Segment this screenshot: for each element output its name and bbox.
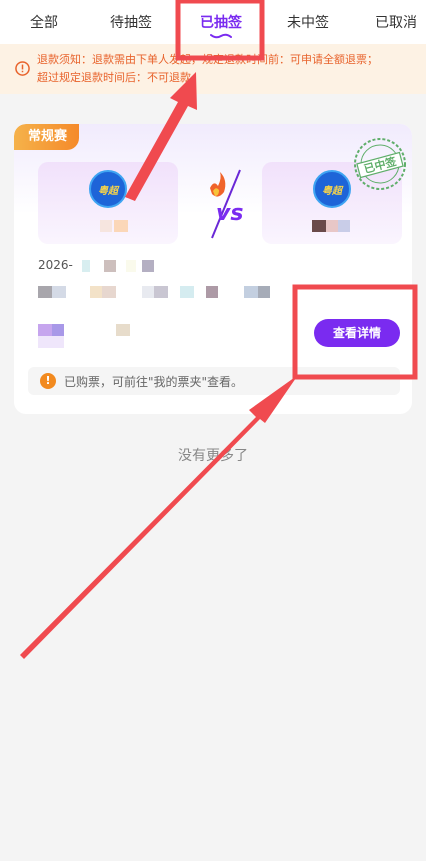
no-more-text: 没有更多了 bbox=[178, 448, 248, 464]
refund-notice-line1: 退款须知：退款需由下单人发起，规定退款时间前：可申请全额退票； bbox=[37, 53, 378, 66]
date-blur bbox=[142, 260, 154, 272]
venue-blur bbox=[52, 286, 66, 298]
venue-blur bbox=[206, 286, 218, 298]
tab-all[interactable]: 全部 bbox=[30, 12, 58, 32]
purchased-tip-text: 已购票，可前往"我的票夹"查看。 bbox=[64, 375, 244, 389]
venue-blur bbox=[258, 286, 270, 298]
date-blur bbox=[82, 260, 90, 272]
venue-blur bbox=[142, 286, 154, 298]
refund-notice-line2: 超过规定退款时间后：不可退款。 bbox=[37, 71, 202, 84]
view-details-button[interactable]: 查看详情 bbox=[314, 319, 400, 347]
home-team-name-blur bbox=[114, 220, 128, 232]
home-team-box: 粤超 bbox=[38, 162, 178, 244]
venue-blur bbox=[102, 286, 116, 298]
venue-blur bbox=[244, 286, 258, 298]
lottery-card[interactable]: 常规赛 粤超 vs 粤超 已中签 2026- 查看详情 ! 已购票，可前往"我的… bbox=[14, 124, 412, 414]
arrow-to-button bbox=[20, 375, 298, 659]
tab-cancelled[interactable]: 已取消 bbox=[375, 12, 417, 32]
away-team-name-blur bbox=[338, 220, 350, 232]
date-blur bbox=[126, 260, 136, 272]
quantity-blur bbox=[116, 324, 130, 336]
match-date-prefix: 2026- bbox=[38, 258, 73, 272]
svg-text:vs: vs bbox=[216, 201, 243, 226]
venue-blur bbox=[38, 286, 52, 298]
match-date: 2026- bbox=[38, 258, 73, 272]
tab-bar: 全部 待抽签 已抽签 未中签 已取消 bbox=[0, 0, 426, 44]
alert-circle-icon bbox=[15, 61, 30, 76]
venue-blur bbox=[180, 286, 194, 298]
away-team-logo: 粤超 bbox=[313, 170, 351, 208]
venue-blur bbox=[154, 286, 168, 298]
tab-not-won[interactable]: 未中签 bbox=[287, 12, 329, 32]
tab-active-indicator bbox=[210, 33, 232, 39]
date-blur bbox=[104, 260, 116, 272]
price-blur bbox=[38, 336, 64, 348]
home-team-logo-text: 粤超 bbox=[98, 186, 118, 197]
price-blur bbox=[38, 324, 52, 336]
vs-icon: vs bbox=[210, 169, 243, 239]
home-team-name-blur bbox=[100, 220, 112, 232]
info-icon: ! bbox=[40, 373, 56, 389]
home-team-logo: 粤超 bbox=[89, 170, 127, 208]
away-team-logo-text: 粤超 bbox=[322, 186, 342, 197]
purchased-tip: ! 已购票，可前往"我的票夹"查看。 bbox=[28, 367, 400, 395]
won-stamp-icon: 已中签 bbox=[354, 138, 406, 190]
away-team-name-blur bbox=[312, 220, 326, 232]
tab-pending-draw[interactable]: 待抽签 bbox=[110, 12, 152, 32]
venue-blur bbox=[90, 286, 102, 298]
price-blur bbox=[52, 324, 64, 336]
match-type-badge: 常规赛 bbox=[14, 124, 80, 150]
tab-drawn[interactable]: 已抽签 bbox=[200, 12, 242, 32]
away-team-name-blur bbox=[326, 220, 338, 232]
refund-notice-text: 退款须知：退款需由下单人发起，规定退款时间前：可申请全额退票； 超过规定退款时间… bbox=[37, 51, 417, 87]
